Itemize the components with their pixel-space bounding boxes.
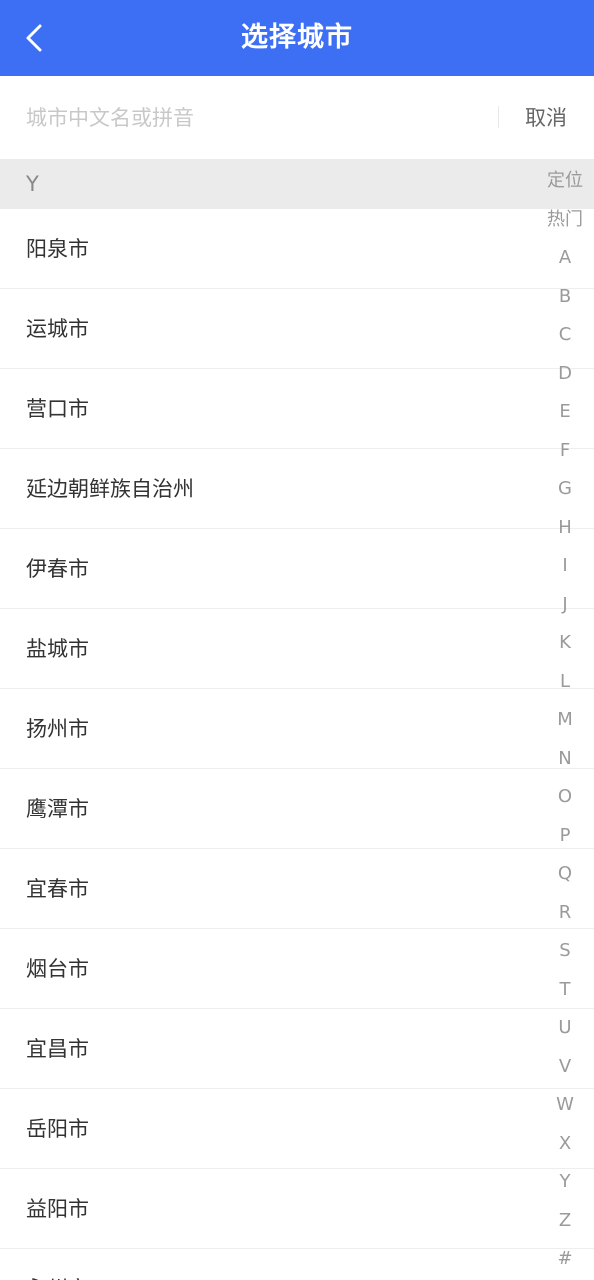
index-item-a[interactable]: A	[536, 239, 594, 278]
section-header: Y	[0, 159, 594, 209]
search-divider	[498, 106, 499, 128]
city-item[interactable]: 益阳市	[0, 1169, 594, 1249]
index-item-g[interactable]: G	[536, 470, 594, 509]
index-item-i[interactable]: I	[536, 547, 594, 586]
index-item-hot[interactable]: 热门	[536, 201, 594, 240]
city-item[interactable]: 岳阳市	[0, 1089, 594, 1169]
index-item-t[interactable]: T	[536, 971, 594, 1010]
index-item-v[interactable]: V	[536, 1048, 594, 1087]
index-item-z[interactable]: Z	[536, 1202, 594, 1241]
section-letter: Y	[26, 172, 39, 196]
city-item[interactable]: 扬州市	[0, 689, 594, 769]
index-item-x[interactable]: X	[536, 1125, 594, 1164]
search-bar: 取消	[0, 76, 594, 159]
index-item-e[interactable]: E	[536, 393, 594, 432]
index-item-h[interactable]: H	[536, 509, 594, 548]
index-item-c[interactable]: C	[536, 316, 594, 355]
alphabet-index-bar[interactable]: 定位 热门 A B C D E F G H I J K L M N O P Q …	[536, 162, 594, 1279]
index-item-s[interactable]: S	[536, 932, 594, 971]
index-item-o[interactable]: O	[536, 778, 594, 817]
search-input[interactable]	[26, 96, 486, 140]
index-item-hash[interactable]: #	[536, 1240, 594, 1279]
city-item[interactable]: 伊春市	[0, 529, 594, 609]
index-item-l[interactable]: L	[536, 663, 594, 702]
index-item-w[interactable]: W	[536, 1086, 594, 1125]
index-item-b[interactable]: B	[536, 278, 594, 317]
city-item[interactable]: 宜昌市	[0, 1009, 594, 1089]
index-item-q[interactable]: Q	[536, 855, 594, 894]
city-item[interactable]: 烟台市	[0, 929, 594, 1009]
index-item-m[interactable]: M	[536, 701, 594, 740]
index-item-y[interactable]: Y	[536, 1163, 594, 1202]
city-item[interactable]: 阳泉市	[0, 209, 594, 289]
top-app-bar: 选择城市	[0, 0, 594, 76]
index-item-u[interactable]: U	[536, 1009, 594, 1048]
index-item-k[interactable]: K	[536, 624, 594, 663]
index-item-r[interactable]: R	[536, 894, 594, 933]
index-item-j[interactable]: J	[536, 586, 594, 625]
index-item-locate[interactable]: 定位	[536, 162, 594, 201]
city-item[interactable]: 延边朝鲜族自治州	[0, 449, 594, 529]
index-item-p[interactable]: P	[536, 817, 594, 856]
city-item[interactable]: 运城市	[0, 289, 594, 369]
cancel-button[interactable]: 取消	[510, 96, 582, 140]
city-item[interactable]: 永州市	[0, 1249, 594, 1280]
index-item-n[interactable]: N	[536, 740, 594, 779]
page-title: 选择城市	[241, 22, 353, 53]
city-list[interactable]: 阳泉市 运城市 营口市 延边朝鲜族自治州 伊春市 盐城市 扬州市 鹰潭市 宜春市…	[0, 209, 594, 1280]
index-item-f[interactable]: F	[536, 432, 594, 471]
city-item[interactable]: 营口市	[0, 369, 594, 449]
index-item-d[interactable]: D	[536, 355, 594, 394]
city-item[interactable]: 盐城市	[0, 609, 594, 689]
city-item[interactable]: 鹰潭市	[0, 769, 594, 849]
city-item[interactable]: 宜春市	[0, 849, 594, 929]
